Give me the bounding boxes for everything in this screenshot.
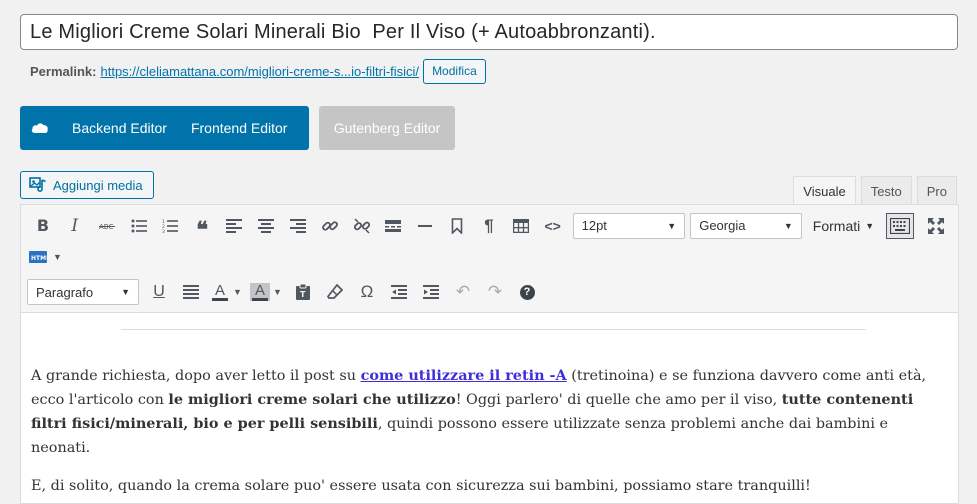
chevron-down-icon: ▼ xyxy=(121,287,130,297)
content-paragraph: E, di solito, quando la crema solare puo… xyxy=(31,478,811,494)
align-center-icon[interactable] xyxy=(250,212,282,240)
redo-icon[interactable]: ↷ xyxy=(479,278,511,306)
help-icon[interactable]: ? xyxy=(511,278,543,306)
permalink-bar: Permalink: https://cleliamattana.com/mig… xyxy=(30,58,486,84)
html-icon[interactable]: HTML xyxy=(27,243,49,271)
tab-text[interactable]: Testo xyxy=(860,176,912,205)
chevron-down-icon: ▼ xyxy=(865,220,875,231)
formats-label: Formati xyxy=(812,217,861,234)
bullet-list-icon[interactable] xyxy=(123,212,155,240)
horizontal-line-icon[interactable] xyxy=(409,212,441,240)
font-size-value: 12pt xyxy=(581,218,607,233)
svg-text:3: 3 xyxy=(162,229,165,233)
strikethrough-icon[interactable]: ABC xyxy=(91,212,123,240)
chevron-down-icon: ▼ xyxy=(783,220,793,231)
add-media-button[interactable]: Aggiungi media xyxy=(20,171,154,199)
chevron-down-icon: ▼ xyxy=(667,220,677,231)
fullscreen-icon[interactable] xyxy=(920,212,952,240)
outdent-icon[interactable] xyxy=(383,278,415,306)
font-family-value: Georgia xyxy=(699,218,746,233)
bold-icon[interactable]: B xyxy=(27,212,59,240)
special-character-icon[interactable]: Ω xyxy=(351,278,383,306)
title-field[interactable] xyxy=(20,14,958,50)
blockquote-icon[interactable]: ❝ xyxy=(186,212,218,243)
text-color-icon[interactable]: A xyxy=(207,278,233,306)
editor-toolbar: B I ABC 123 ❝ ¶ <> 12pt ▼ Georgia ▼ xyxy=(21,205,958,313)
justify-icon[interactable] xyxy=(175,278,207,306)
svg-text:HTML: HTML xyxy=(31,255,47,262)
text-span: ! Oggi parlero' di quelle che amo per il… xyxy=(455,392,782,408)
paste-text-icon[interactable]: T xyxy=(287,278,319,306)
frontend-editor-button[interactable]: Frontend Editor xyxy=(179,120,300,136)
undo-icon[interactable]: ↶ xyxy=(447,278,479,306)
chevron-down-icon[interactable]: ▼ xyxy=(273,287,287,297)
editor-tabs: Visuale Testo Pro xyxy=(793,176,957,206)
editor-area: B I ABC 123 ❝ ¶ <> 12pt ▼ Georgia ▼ xyxy=(20,204,959,504)
gutenberg-editor-button[interactable]: Gutenberg Editor xyxy=(319,106,455,150)
unlink-icon[interactable] xyxy=(346,212,378,240)
underline-icon[interactable]: U xyxy=(143,278,175,306)
add-media-label: Aggiungi media xyxy=(53,177,143,193)
editor-content[interactable]: A grande richiesta, dopo aver letto il p… xyxy=(21,313,958,498)
numbered-list-icon[interactable]: 123 xyxy=(154,212,186,240)
indent-icon[interactable] xyxy=(415,278,447,306)
content-paragraph: A grande richiesta, dopo aver letto il p… xyxy=(31,364,948,460)
align-right-icon[interactable] xyxy=(282,212,314,240)
toolbar-row-1: B I ABC 123 ❝ ¶ <> 12pt ▼ Georgia ▼ xyxy=(27,209,952,243)
chevron-down-icon[interactable]: ▼ xyxy=(233,287,247,297)
align-left-icon[interactable] xyxy=(218,212,250,240)
font-family-select[interactable]: Georgia ▼ xyxy=(690,212,802,239)
italic-icon[interactable]: I xyxy=(59,212,91,240)
backend-editor-button[interactable]: Backend Editor xyxy=(60,120,179,136)
edit-permalink-button[interactable]: Modifica xyxy=(423,58,486,84)
link-icon[interactable] xyxy=(314,212,346,240)
paragraph-format-value: Paragrafo xyxy=(36,284,94,300)
background-color-icon[interactable]: A xyxy=(247,278,273,306)
text-span: A grande richiesta, dopo aver letto il p… xyxy=(31,368,361,384)
cloud-icon xyxy=(20,122,60,134)
clear-formatting-icon[interactable] xyxy=(319,278,351,306)
toolbar-row-3: Paragrafo ▼ U A ▼ A ▼ T Ω ↶ ↷ ? xyxy=(27,272,952,312)
post-title-input[interactable] xyxy=(21,15,957,49)
tab-visual[interactable]: Visuale xyxy=(793,176,856,206)
chevron-down-icon[interactable]: ▼ xyxy=(53,252,62,262)
permalink-label: Permalink: xyxy=(30,63,97,79)
media-icon xyxy=(29,176,47,195)
toolbar-toggle-icon[interactable] xyxy=(886,212,915,239)
bookmark-icon[interactable] xyxy=(441,212,473,240)
toolbar-row-2: HTML ▼ xyxy=(27,242,952,272)
paragraph-format-select[interactable]: Paragrafo ▼ xyxy=(27,279,139,305)
formats-dropdown[interactable]: Formati ▼ xyxy=(807,218,880,234)
font-size-select[interactable]: 12pt ▼ xyxy=(572,212,686,239)
svg-text:T: T xyxy=(300,290,306,299)
tab-pro[interactable]: Pro xyxy=(916,176,957,205)
paragraph-mark-icon[interactable]: ¶ xyxy=(473,212,505,240)
content-divider xyxy=(121,329,866,330)
code-icon[interactable]: <> xyxy=(537,212,569,240)
bold-text: le migliori creme solari che utilizzo xyxy=(168,391,456,408)
permalink-link[interactable]: https://cleliamattana.com/migliori-creme… xyxy=(100,64,419,79)
retin-a-link[interactable]: come utilizzare il retin -A xyxy=(361,367,567,384)
editor-switch: Backend Editor Frontend Editor xyxy=(20,106,309,150)
table-icon[interactable] xyxy=(505,212,537,240)
read-more-icon[interactable] xyxy=(377,212,409,240)
